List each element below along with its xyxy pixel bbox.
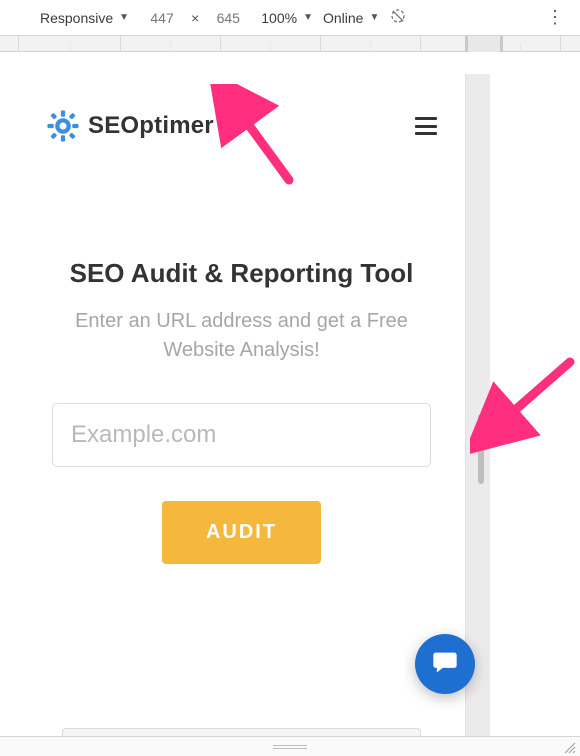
drag-handle-icon	[273, 745, 307, 749]
logo-text: SEOptimer	[88, 112, 214, 140]
device-selector[interactable]: Responsive ▼	[40, 10, 129, 26]
caret-down-icon: ▼	[369, 12, 379, 23]
url-input[interactable]	[52, 403, 431, 467]
site-header: SEOptimer	[46, 104, 437, 148]
hero: SEO Audit & Reporting Tool Enter an URL …	[46, 258, 437, 564]
rotate-icon[interactable]	[389, 7, 407, 28]
device-selector-label: Responsive	[40, 10, 113, 26]
hero-subtitle: Enter an URL address and get a Free Webs…	[52, 307, 431, 365]
resize-corner-icon[interactable]	[562, 740, 576, 754]
stage: SEOptimer SEO Audit & Reporting Tool Ent…	[0, 52, 580, 756]
dimension-separator: ×	[191, 10, 199, 26]
scrollbar-thumb[interactable]	[478, 414, 484, 484]
zoom-label: 100%	[261, 10, 297, 26]
panel-drag-bar[interactable]	[0, 736, 580, 756]
caret-down-icon: ▼	[303, 12, 313, 23]
logo[interactable]: SEOptimer	[46, 109, 214, 143]
viewport-dimensions: 447 × 645	[139, 10, 251, 26]
chat-icon	[431, 648, 459, 681]
hero-title: SEO Audit & Reporting Tool	[52, 258, 431, 289]
viewport-width-input[interactable]: 447	[139, 10, 185, 26]
ruler	[0, 36, 580, 52]
throttle-label: Online	[323, 10, 363, 26]
caret-down-icon: ▼	[119, 12, 129, 23]
audit-button[interactable]: AUDIT	[162, 501, 321, 564]
throttle-selector[interactable]: Online ▼	[323, 10, 379, 26]
device-area: SEOptimer SEO Audit & Reporting Tool Ent…	[18, 74, 465, 756]
page-content: SEOptimer SEO Audit & Reporting Tool Ent…	[18, 74, 465, 756]
ruler-handle[interactable]	[465, 36, 503, 52]
devtools-toolbar: Responsive ▼ 447 × 645 100% ▼ Online ▼ ⋮	[0, 0, 580, 36]
viewport-height-input[interactable]: 645	[205, 10, 251, 26]
chat-bubble-button[interactable]	[415, 634, 475, 694]
hamburger-menu-icon[interactable]	[415, 117, 437, 135]
gear-logo-icon	[46, 109, 80, 143]
device-frame: SEOptimer SEO Audit & Reporting Tool Ent…	[18, 74, 465, 756]
zoom-selector[interactable]: 100% ▼	[261, 10, 313, 26]
kebab-menu-icon[interactable]: ⋮	[542, 7, 568, 28]
